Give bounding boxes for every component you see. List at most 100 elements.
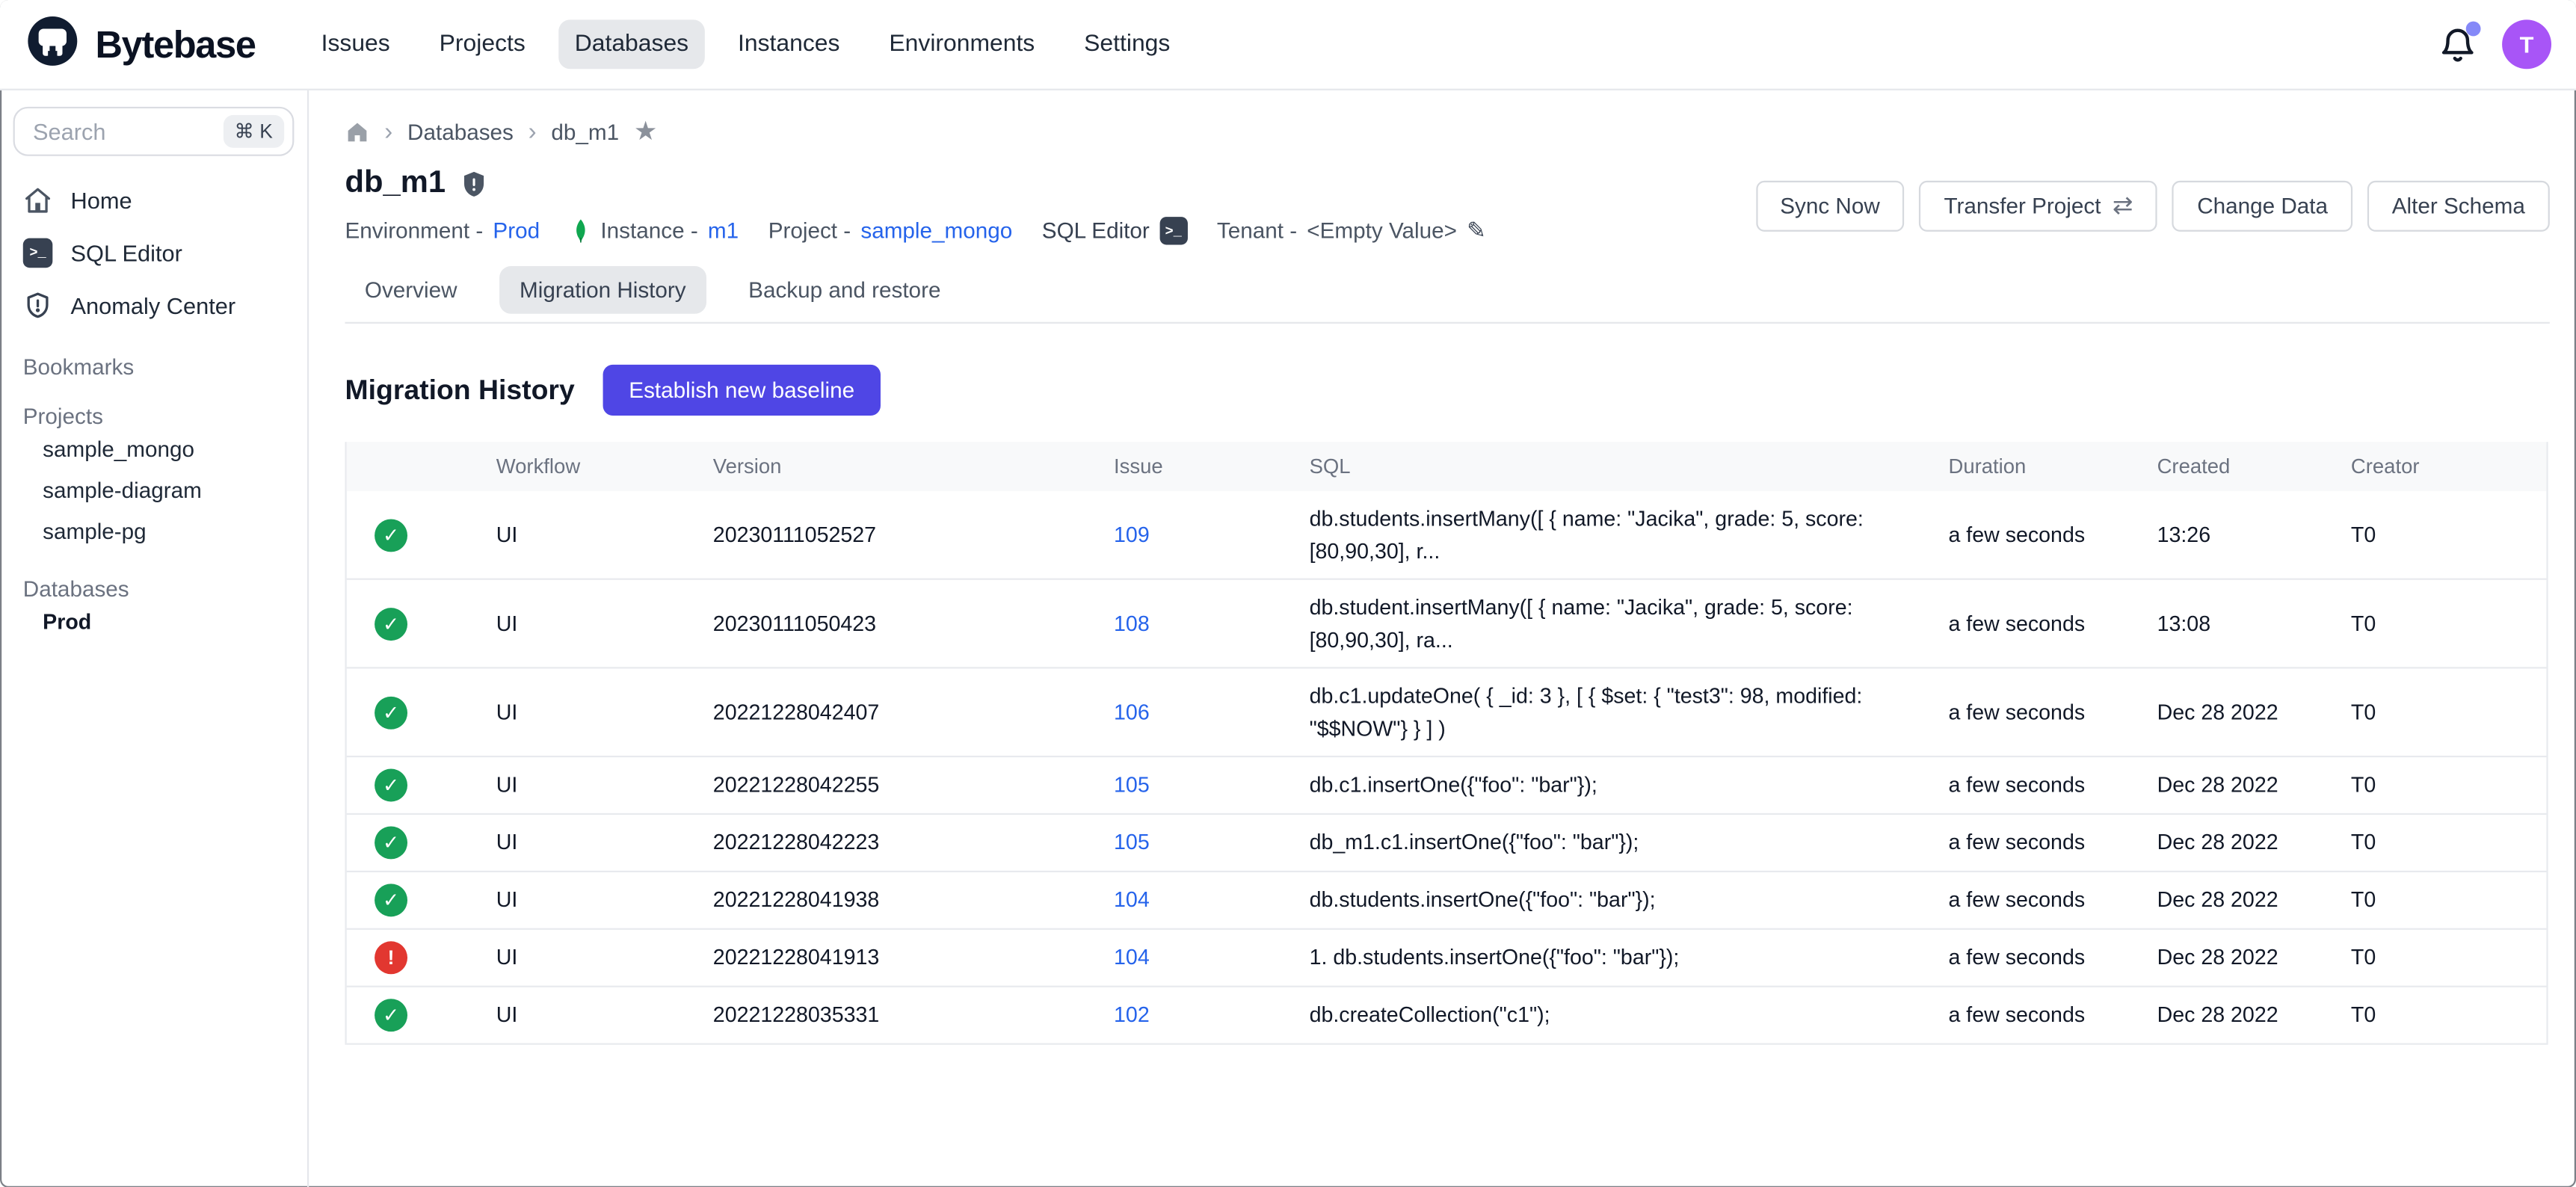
version-cell: 20221228041913 <box>693 930 1094 985</box>
duration-cell: a few seconds <box>1929 758 2137 813</box>
sidebar-item-sample-diagram[interactable]: sample-diagram <box>0 470 307 511</box>
issue-link[interactable]: 105 <box>1114 772 1150 797</box>
workflow-cell: UI <box>476 596 693 651</box>
creator-cell: T0 <box>2332 816 2547 871</box>
creator-cell: T0 <box>2332 873 2547 928</box>
col-issue: Issue <box>1094 442 1290 491</box>
search-shortcut-badge: ⌘ K <box>223 115 284 148</box>
sidebar-section-bookmarks: Bookmarks <box>0 355 307 380</box>
status-icon: ✓ <box>375 518 407 551</box>
meta-sql-editor[interactable]: SQL Editor >_ <box>1042 217 1188 244</box>
workflow-cell: UI <box>476 873 693 928</box>
nav-item-environments[interactable]: Environments <box>872 19 1051 69</box>
table-row[interactable]: ✓ UI 20221228042407 106 db.c1.updateOne(… <box>347 668 2547 757</box>
nav-item-issues[interactable]: Issues <box>305 19 407 69</box>
nav-item-projects[interactable]: Projects <box>423 19 542 69</box>
page-header-left: db_m1 Environment - Prod <box>345 166 1486 244</box>
table-row[interactable]: ✓ UI 20221228041938 104 db.students.inse… <box>347 872 2547 930</box>
sidebar-item-sample-pg[interactable]: sample-pg <box>0 511 307 552</box>
table-row[interactable]: ✓ UI 20230111050423 108 db.student.inser… <box>347 580 2547 669</box>
status-icon: ✓ <box>375 769 407 802</box>
sidebar-item-prod[interactable]: Prod <box>0 601 307 642</box>
table-row[interactable]: ✓ UI 20221228035331 102 db.createCollect… <box>347 987 2547 1045</box>
table-row[interactable]: ✓ UI 20221228042223 105 db_m1.c1.insertO… <box>347 815 2547 872</box>
change-data-button[interactable]: Change Data <box>2172 180 2352 231</box>
version-cell: 20221228042223 <box>693 816 1094 871</box>
status-icon: ✓ <box>375 999 407 1032</box>
database-tabs: Overview Migration History Backup and re… <box>345 266 2576 314</box>
notification-bell-icon[interactable] <box>2438 25 2477 64</box>
issue-link[interactable]: 104 <box>1114 887 1150 912</box>
issue-link[interactable]: 106 <box>1114 700 1150 724</box>
created-cell: Dec 28 2022 <box>2137 930 2331 985</box>
primary-nav: Issues Projects Databases Instances Envi… <box>305 19 1187 69</box>
migration-table: Workflow Version Issue SQL Duration Crea… <box>345 442 2548 1045</box>
version-cell: 20221228035331 <box>693 987 1094 1043</box>
created-cell: 13:08 <box>2137 596 2331 651</box>
status-icon: ! <box>375 941 407 974</box>
bytebase-logo[interactable]: Bytebase <box>25 12 256 76</box>
terminal-icon: >_ <box>23 238 53 268</box>
workflow-cell: UI <box>476 987 693 1043</box>
nav-item-settings[interactable]: Settings <box>1067 19 1186 69</box>
sync-now-button[interactable]: Sync Now <box>1755 180 1905 231</box>
issue-link[interactable]: 105 <box>1114 830 1150 854</box>
created-cell: Dec 28 2022 <box>2137 873 2331 928</box>
col-status <box>347 442 477 491</box>
sidebar-item-anomaly-center[interactable]: Anomaly Center <box>0 281 307 330</box>
edit-tenant-icon[interactable]: ✎ <box>1467 217 1486 244</box>
issue-link[interactable]: 108 <box>1114 611 1150 635</box>
created-cell: Dec 28 2022 <box>2137 816 2331 871</box>
sql-cell: db.student.insertMany([ { name: "Jacika"… <box>1289 580 1929 667</box>
sidebar: Search ⌘ K Home >_ SQL Editor Anomaly Ce… <box>0 90 309 1187</box>
issue-link[interactable]: 104 <box>1114 945 1150 969</box>
nav-item-instances[interactable]: Instances <box>721 19 856 69</box>
alter-schema-button[interactable]: Alter Schema <box>2367 180 2550 231</box>
bytebase-app-window: Bytebase Issues Projects Databases Insta… <box>0 0 2576 1187</box>
created-cell: Dec 28 2022 <box>2137 758 2331 813</box>
environment-link[interactable]: Prod <box>493 218 540 243</box>
breadcrumb-separator: › <box>529 117 537 145</box>
table-row[interactable]: ✓ UI 20221228042255 105 db.c1.insertOne(… <box>347 757 2547 815</box>
tab-overview[interactable]: Overview <box>345 266 477 314</box>
issue-link[interactable]: 109 <box>1114 522 1150 546</box>
establish-baseline-button[interactable]: Establish new baseline <box>603 365 881 416</box>
version-cell: 20221228041938 <box>693 873 1094 928</box>
sidebar-item-sql-editor[interactable]: >_ SQL Editor <box>0 228 307 277</box>
duration-cell: a few seconds <box>1929 508 2137 563</box>
sidebar-item-sample-mongo[interactable]: sample_mongo <box>0 429 307 470</box>
instance-link[interactable]: m1 <box>708 218 739 243</box>
workflow-cell: UI <box>476 508 693 563</box>
avatar[interactable]: T <box>2502 19 2551 69</box>
table-row[interactable]: ✓ UI 20230111052527 109 db.students.inse… <box>347 491 2547 580</box>
transfer-project-button[interactable]: Transfer Project⇄ <box>1920 180 2158 231</box>
col-sql: SQL <box>1289 442 1929 491</box>
migration-section-header: Migration History Establish new baseline <box>345 365 2576 416</box>
issue-link[interactable]: 102 <box>1114 1002 1150 1027</box>
search-input[interactable]: Search ⌘ K <box>13 107 295 156</box>
sql-cell: db.students.insertMany([ { name: "Jacika… <box>1289 491 1929 578</box>
version-cell: 20221228042407 <box>693 685 1094 740</box>
tab-migration-history[interactable]: Migration History <box>500 266 706 314</box>
breadcrumb-databases[interactable]: Databases <box>407 119 514 144</box>
database-meta: Environment - Prod Instance - m1 Project… <box>345 217 1486 244</box>
sidebar-item-home[interactable]: Home <box>0 176 307 225</box>
table-row[interactable]: ! UI 20221228041913 104 1. db.students.i… <box>347 930 2547 987</box>
search-placeholder: Search <box>33 118 223 144</box>
sql-cell: db_m1.c1.insertOne({"foo": "bar"}); <box>1289 816 1929 871</box>
page-header: db_m1 Environment - Prod <box>345 166 2576 244</box>
project-link[interactable]: sample_mongo <box>860 218 1012 243</box>
breadcrumb-home-icon[interactable] <box>345 119 370 144</box>
nav-item-databases[interactable]: Databases <box>558 19 705 69</box>
notification-dot <box>2466 22 2481 37</box>
tab-divider <box>345 322 2550 324</box>
sql-cell: db.c1.updateOne( { _id: 3 }, [ { $set: {… <box>1289 668 1929 755</box>
meta-instance: Instance - m1 <box>570 218 739 243</box>
created-cell: 13:26 <box>2137 508 2331 563</box>
tab-backup-and-restore[interactable]: Backup and restore <box>729 266 961 314</box>
duration-cell: a few seconds <box>1929 930 2137 985</box>
main-content: › Databases › db_m1 ★ db_m1 <box>309 90 2576 1187</box>
sidebar-item-label: SQL Editor <box>71 240 182 266</box>
bookmark-star-icon[interactable]: ★ <box>634 115 658 148</box>
meta-project: Project - sample_mongo <box>768 218 1013 243</box>
